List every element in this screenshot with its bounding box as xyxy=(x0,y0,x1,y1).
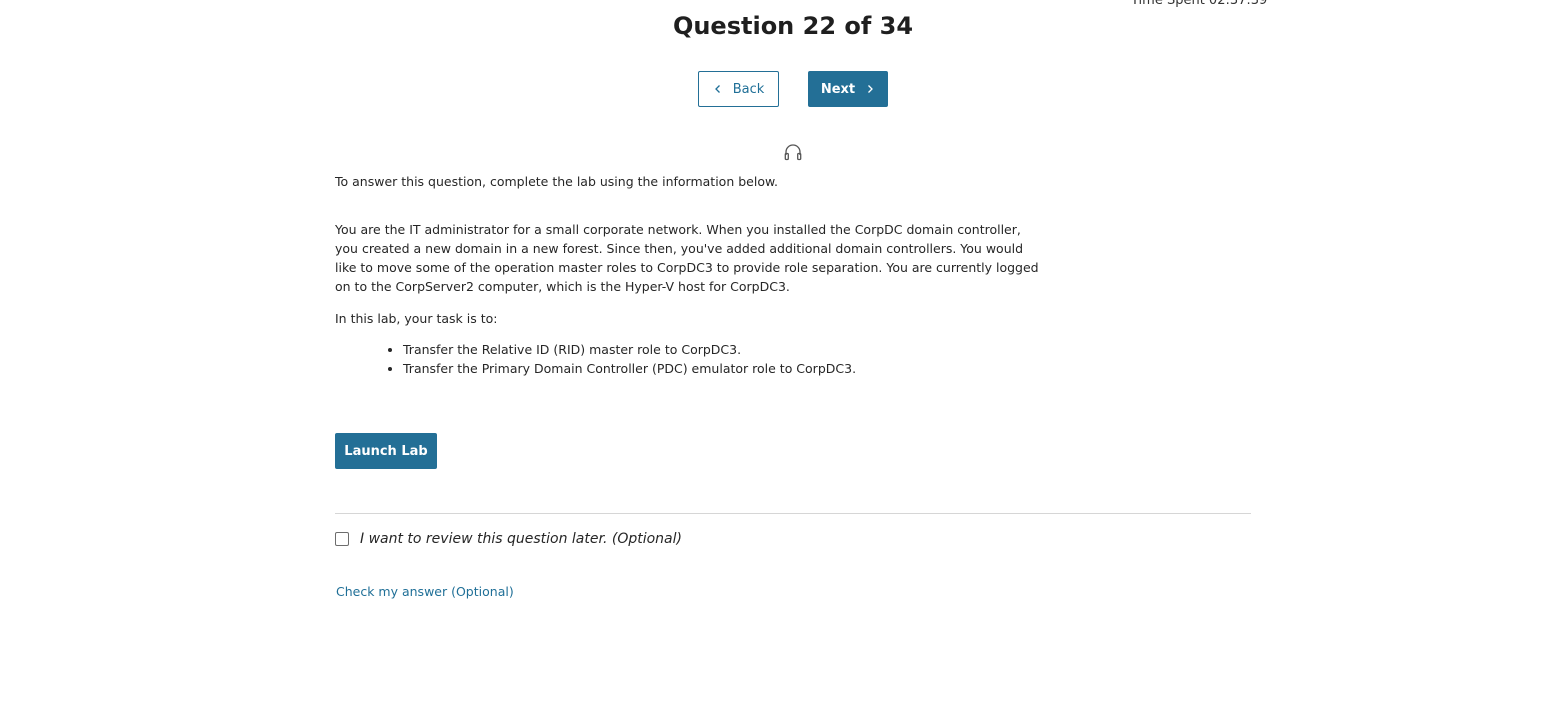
launch-lab-button[interactable]: Launch Lab xyxy=(335,433,437,469)
check-answer-link[interactable]: Check my answer (Optional) xyxy=(336,584,514,599)
section-divider xyxy=(335,513,1251,514)
back-button-label: Back xyxy=(732,81,765,97)
chevron-left-icon xyxy=(714,85,720,93)
intro-text: To answer this question, complete the la… xyxy=(335,174,779,189)
review-later-checkbox[interactable] xyxy=(335,532,349,546)
chevron-right-icon xyxy=(868,85,874,93)
exam-question-page: Time Spent 02:37:39 Question 22 of 34 Ba… xyxy=(0,0,1543,710)
task-item-rid-master: Transfer the Relative ID (RID) master ro… xyxy=(403,340,1045,359)
headphones-icon[interactable] xyxy=(783,143,803,161)
task-item-pdc-emulator: Transfer the Primary Domain Controller (… xyxy=(403,359,1045,378)
task-list: Transfer the Relative ID (RID) master ro… xyxy=(335,340,1045,378)
time-spent-label: Time Spent 02:37:39 xyxy=(1131,0,1268,8)
review-later-label[interactable]: I want to review this question later. (O… xyxy=(360,531,682,547)
next-button-label: Next xyxy=(820,81,856,97)
task-intro-text: In this lab, your task is to: xyxy=(335,311,498,326)
question-title: Question 22 of 34 xyxy=(672,12,914,40)
next-button[interactable]: Next xyxy=(808,71,888,107)
back-button[interactable]: Back xyxy=(698,71,779,107)
review-later-row: I want to review this question later. (O… xyxy=(335,531,682,547)
scenario-text: You are the IT administrator for a small… xyxy=(335,222,1039,294)
question-content: To answer this question, complete the la… xyxy=(335,172,1045,378)
